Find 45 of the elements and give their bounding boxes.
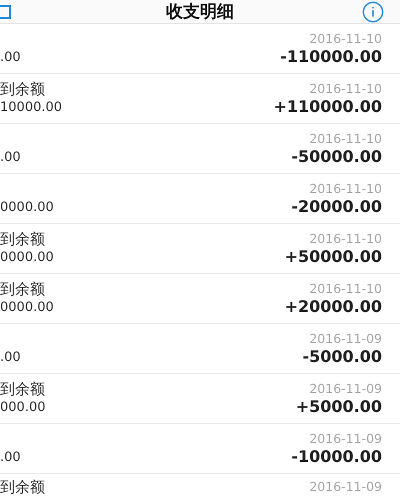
balance-text: 0000.00: [0, 199, 54, 217]
balance-text: 0000.00: [0, 299, 54, 317]
transaction-row[interactable]: 到余额 0000.00 2016-11-10 +50000.00: [0, 224, 400, 274]
balance-text: 10000.00: [0, 99, 62, 117]
transaction-amount: -110000.00: [280, 47, 382, 67]
transaction-title: 到余额: [0, 280, 46, 299]
transaction-date: 2016-11-09: [309, 330, 382, 347]
transaction-amount: +50000.00: [284, 247, 382, 267]
balance-text: .00: [0, 349, 21, 367]
info-icon[interactable]: [362, 1, 384, 23]
balance-text: 000.00: [0, 399, 46, 417]
transaction-date: 2016-11-10: [309, 180, 382, 197]
balance-text: .00: [0, 49, 21, 67]
balance-text: .00: [0, 449, 21, 467]
transaction-date: 2016-11-10: [309, 280, 382, 297]
transaction-row[interactable]: 到余额 000.00 2016-11-09 +5000.00: [0, 374, 400, 424]
balance-text: .00: [0, 149, 21, 167]
transaction-date: 2016-11-10: [309, 80, 382, 97]
transaction-title: 到余额: [0, 380, 46, 399]
balance-text: 0000.00: [0, 249, 54, 267]
transaction-row[interactable]: 到余额 10000.00 2016-11-10 +110000.00: [0, 74, 400, 124]
transaction-row[interactable]: 到余额 2016-11-09: [0, 474, 400, 504]
transaction-title: 到余额: [0, 80, 46, 99]
transaction-row[interactable]: .00 2016-11-09 -10000.00: [0, 424, 400, 474]
transaction-amount: -10000.00: [291, 447, 382, 467]
transaction-amount: -20000.00: [291, 197, 382, 217]
transaction-date: 2016-11-10: [309, 30, 382, 47]
transaction-title: 到余额: [0, 230, 46, 249]
transaction-amount: +5000.00: [296, 397, 382, 417]
transaction-date: 2016-11-09: [309, 430, 382, 447]
transaction-amount: +20000.00: [284, 297, 382, 317]
transaction-row[interactable]: 到余额 0000.00 2016-11-10 +20000.00: [0, 274, 400, 324]
transaction-date: 2016-11-09: [309, 380, 382, 397]
transaction-row[interactable]: .00 2016-11-10 -50000.00: [0, 124, 400, 174]
transaction-amount: +110000.00: [273, 97, 382, 117]
transaction-date: 2016-11-10: [309, 130, 382, 147]
transaction-date: 2016-11-10: [309, 230, 382, 247]
transaction-row[interactable]: .00 2016-11-09 -5000.00: [0, 324, 400, 374]
transaction-title: 到余额: [0, 478, 45, 497]
transaction-row[interactable]: 0000.00 2016-11-10 -20000.00: [0, 174, 400, 224]
transaction-amount: -5000.00: [302, 347, 382, 367]
transaction-row[interactable]: .00 2016-11-10 -110000.00: [0, 24, 400, 74]
transaction-amount: -50000.00: [291, 147, 382, 167]
transaction-date: 2016-11-09: [309, 478, 382, 495]
page-title: 收支明细: [166, 1, 234, 23]
